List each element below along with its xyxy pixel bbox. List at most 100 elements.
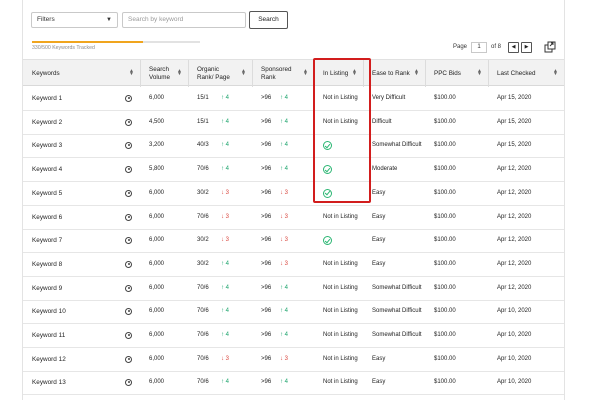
organic-rank-cell: 30/2 [197,237,209,244]
keyword-cell[interactable]: Keyword 5 [32,182,62,205]
keyword-cell[interactable]: Keyword 4 [32,158,62,181]
table-row[interactable]: Keyword 13 6,000 70/6 ↑ 4 >96 ↑ 4 Not in Listi… [23,371,564,396]
target-icon[interactable] [125,284,132,292]
organic-delta: 4 [225,166,230,173]
page-number-input[interactable]: 1 [471,42,487,53]
target-icon[interactable] [125,189,132,197]
sponsored-delta: 3 [284,355,289,362]
table-row[interactable]: Keyword 2 4,500 15/1 ↑ 4 >96 ↑ 4 Not in Listin… [23,111,564,135]
ease-to-rank-cell: Difficult [372,118,392,125]
keyword-cell[interactable]: Keyword 2 [32,111,62,134]
column-header-organic-rank[interactable]: Organic Rank/ Page ▲ ▼ [188,60,252,87]
header-label: Search Volume [149,65,171,81]
search-volume-cell: 6,000 [149,95,165,101]
table-row[interactable]: Keyword 11 6,000 70/6 ↑ 4 >96 ↑ 4 Not in Listi… [23,324,564,348]
sponsored-rank-change: ↑ 4 [280,87,288,110]
target-icon[interactable] [125,142,132,150]
last-checked-cell: Apr 12, 2020 [497,189,532,196]
target-icon[interactable] [125,118,132,126]
table-row[interactable]: Keyword 8 6,000 30/2 ↑ 4 >96 ↓ 3 Not in Listin… [23,253,564,277]
column-header-in-listing[interactable]: In Listing ▲ ▼ [314,60,363,87]
sponsored-delta: 4 [284,118,289,125]
target-icon[interactable] [125,355,132,363]
target-icon[interactable] [125,237,132,245]
table-row[interactable]: Keyword 1 6,000 15/1 ↑ 4 >96 ↑ 4 Not in Listin… [23,87,564,111]
arrow-up-icon: ↑ [280,308,283,315]
keyword-cell[interactable]: Keyword 6 [32,206,62,229]
keyword-cell[interactable]: Keyword 1 [32,87,62,110]
keyword-cell[interactable]: Keyword 3 [32,134,62,157]
search-volume-cell: 6,000 [149,379,165,386]
ppc-bid-cell: $100.00 [434,118,456,125]
ease-to-rank-cell: Easy [372,237,386,244]
column-header-keywords[interactable]: Keywords ▲ ▼ [23,60,140,87]
arrow-down-icon: ↓ [221,213,224,220]
filters-dropdown[interactable]: Filters ▼ [31,12,118,28]
search-volume-cell: 6,000 [149,284,165,291]
export-icon[interactable] [544,41,556,53]
keyword-cell[interactable]: Keyword 7 [32,229,62,252]
target-icon[interactable] [125,95,132,102]
ease-to-rank-cell: Somewhat Difficult [372,308,422,315]
header-label: Keywords [32,69,60,77]
next-page-button[interactable]: ▶ [521,42,532,53]
organic-delta: 4 [225,379,230,386]
keyword-cell[interactable]: Keyword 10 [32,300,66,323]
keyword-cell[interactable]: Keyword 8 [32,253,62,276]
ppc-bid-cell: $100.00 [434,355,456,362]
page-label: Page [453,44,468,50]
search-button[interactable]: Search [249,11,288,29]
ppc-bid-cell: $100.00 [434,95,456,101]
organic-rank-change: ↑ 4 [221,158,229,181]
sponsored-rank-cell: >96 [261,189,272,196]
table-row[interactable]: Keyword 4 5,800 70/6 ↑ 4 >96 ↑ 4 Moderate $100.… [23,158,564,183]
target-icon[interactable] [125,332,132,339]
ease-to-rank-cell: Easy [372,355,386,362]
sponsored-rank-change: ↓ 3 [280,229,288,252]
last-checked-cell: Apr 15, 2020 [497,118,532,125]
table-row[interactable]: Keyword 7 6,000 30/2 ↓ 3 >96 ↓ 3 Easy $100.00 Ap… [23,229,564,254]
search-volume-cell: 6,000 [149,355,165,362]
keyword-cell[interactable]: Keyword 13 [32,371,66,394]
target-icon[interactable] [125,308,132,316]
keyword-cell[interactable]: Keyword 12 [32,348,66,371]
table-row[interactable]: Keyword 10 6,000 70/6 ↑ 4 >96 ↑ 4 Not in Listi… [23,300,564,325]
sponsored-rank-change: ↑ 4 [280,111,288,134]
prev-page-button[interactable]: ◀ [508,42,519,53]
sort-icon: ▲ ▼ [414,68,419,77]
search-volume-cell: 6,000 [149,237,165,244]
target-icon[interactable] [125,213,132,221]
search-input[interactable]: Search by keyword [122,12,246,28]
column-header-ease-to-rank[interactable]: Ease to Rank ▲ ▼ [363,60,425,87]
search-volume-cell: 6,000 [149,308,165,315]
column-header-sponsored-rank[interactable]: Sponsored Rank ▲ ▼ [252,60,314,87]
arrow-up-icon: ↑ [280,166,283,173]
arrow-up-icon: ↑ [221,166,224,173]
ppc-bid-cell: $100.00 [434,379,456,386]
table-row[interactable]: Keyword 6 6,000 70/6 ↓ 3 >96 ↓ 3 Not in Listin… [23,206,564,230]
table-row[interactable]: Keyword 5 6,000 30/2 ↓ 3 >96 ↓ 3 Easy $100.00 Ap… [23,182,564,206]
ease-to-rank-cell: Easy [372,260,386,267]
table-row[interactable]: Keyword 12 6,000 70/6 ↓ 3 >96 ↓ 3 Not in Listi… [23,348,564,372]
target-icon[interactable] [125,379,132,387]
in-listing-cell: Not in Listing [323,95,358,101]
column-header-ppc-bids[interactable]: PPC Bids ▲ ▼ [425,60,488,87]
arrow-up-icon: ↑ [280,95,283,101]
keyword-cell[interactable]: Keyword 9 [32,277,62,300]
in-listing-cell: Not in Listing [323,355,358,362]
sort-icon: ▲ ▼ [477,68,482,77]
column-header-search-volume[interactable]: Search Volume ▲ ▼ [140,60,188,87]
sponsored-rank-cell: >96 [261,260,272,267]
table-row[interactable]: Keyword 9 6,000 70/6 ↑ 4 >96 ↑ 4 Not in Listin… [23,277,564,301]
table-row[interactable]: Keyword 3 3,200 40/3 ↑ 4 >96 ↑ 4 Somewhat Diff… [23,134,564,159]
keyword-cell[interactable]: Keyword 11 [32,324,65,347]
target-icon[interactable] [125,166,132,174]
sponsored-rank-cell: >96 [261,95,272,101]
sponsored-rank-change: ↓ 3 [280,206,288,229]
organic-rank-cell: 70/6 [197,308,209,315]
sponsored-rank-cell: >96 [261,142,272,149]
organic-delta: 4 [225,284,230,291]
arrow-down-icon: ↓ [280,213,283,220]
column-header-last-checked[interactable]: Last Checked ▲ ▼ [488,60,564,87]
target-icon[interactable] [125,260,132,268]
